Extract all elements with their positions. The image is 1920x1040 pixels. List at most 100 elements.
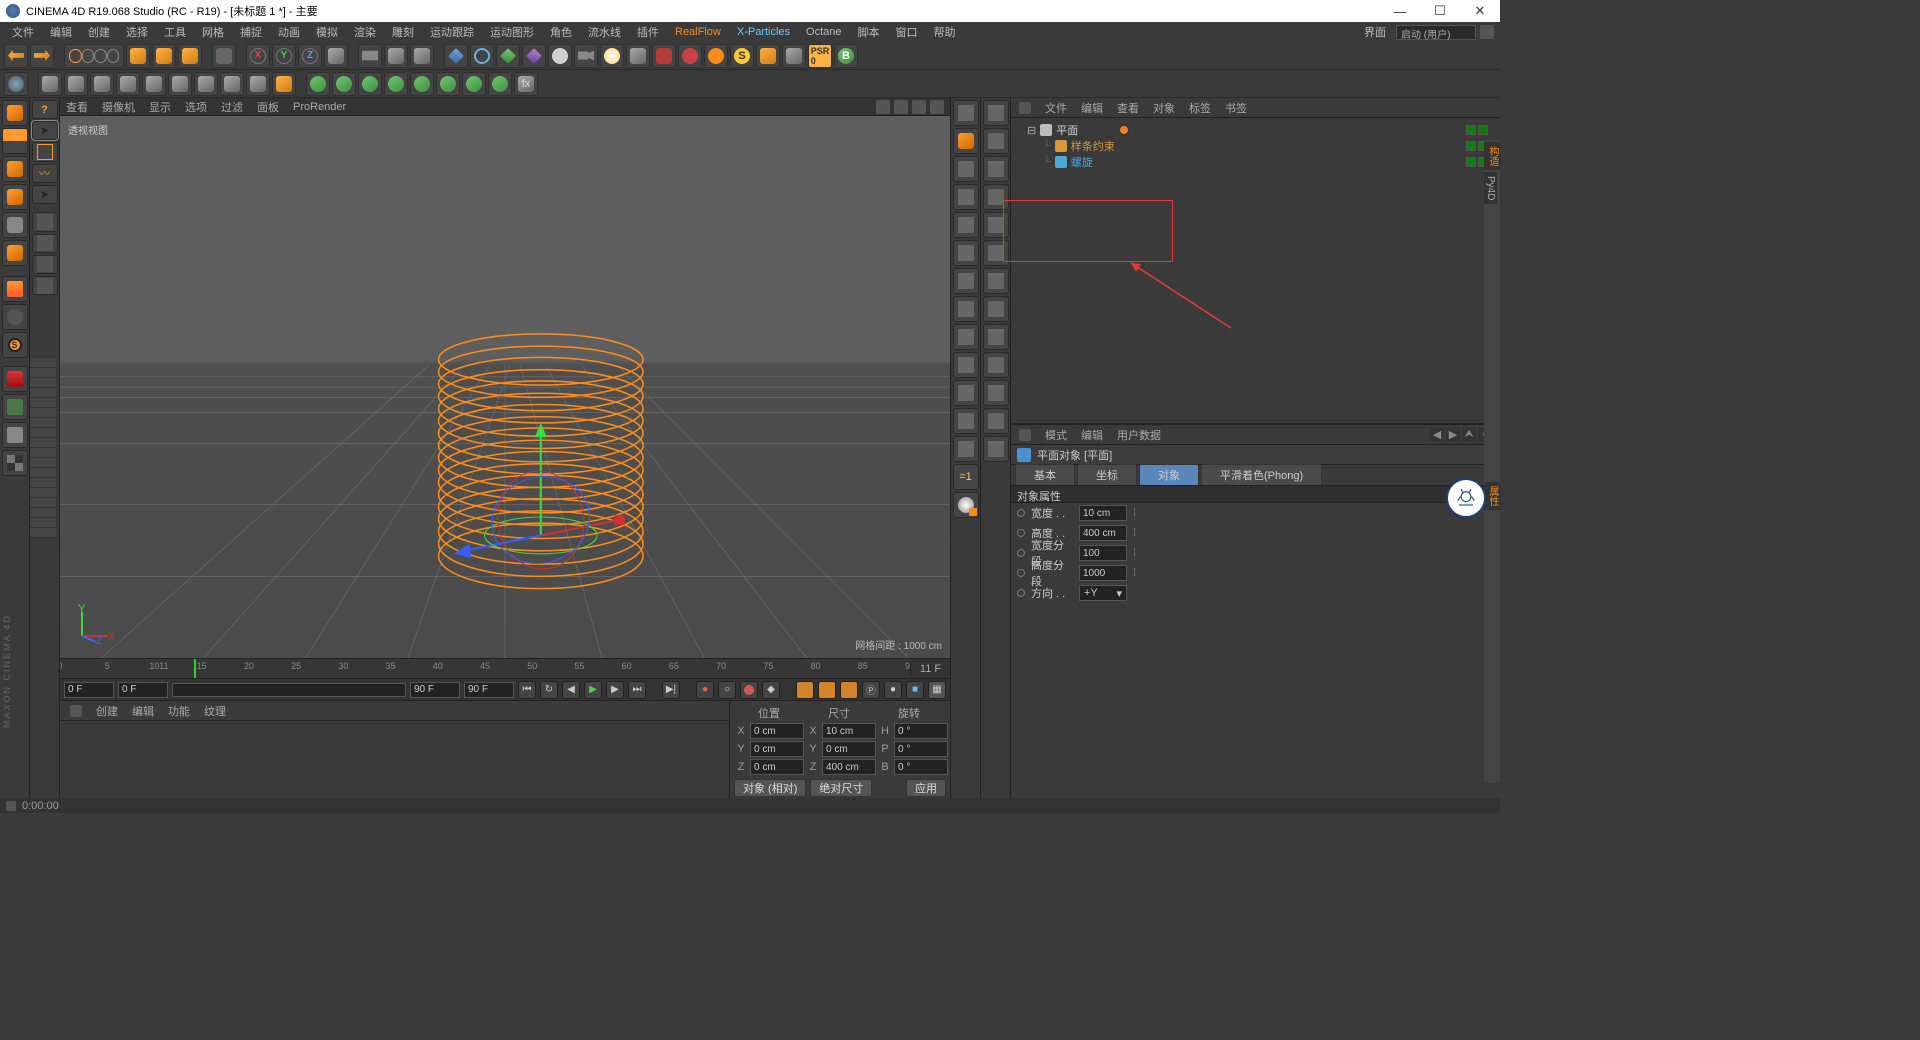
- vp-nav-2[interactable]: [894, 100, 908, 114]
- attr-input[interactable]: [1079, 525, 1127, 541]
- lock-x[interactable]: X: [246, 44, 270, 68]
- add-environment[interactable]: [548, 44, 572, 68]
- attr-subtab[interactable]: 对象: [1139, 464, 1199, 486]
- grid2-icon[interactable]: [32, 255, 58, 274]
- menu-tracker[interactable]: 运动跟踪: [424, 22, 480, 42]
- vrt-a9[interactable]: [953, 324, 979, 350]
- om-bookmarks[interactable]: 书签: [1225, 100, 1247, 116]
- t2-spline[interactable]: [462, 72, 486, 96]
- mat-tab-create[interactable]: 创建: [96, 703, 118, 719]
- menu-window[interactable]: 窗口: [890, 22, 924, 42]
- vrt-a6[interactable]: [953, 240, 979, 266]
- vp-nav-3[interactable]: [912, 100, 926, 114]
- t2-1[interactable]: [38, 72, 62, 96]
- sel-rect[interactable]: [32, 142, 58, 161]
- vrt-b9[interactable]: [983, 324, 1009, 350]
- om-object[interactable]: 对象: [1153, 100, 1175, 116]
- coord-input[interactable]: [822, 723, 876, 739]
- vrt-a12[interactable]: [953, 408, 979, 434]
- add-spline[interactable]: [470, 44, 494, 68]
- vp-display[interactable]: 显示: [149, 99, 171, 115]
- t2-9[interactable]: [246, 72, 270, 96]
- dock-tab-1[interactable]: 构造: [1484, 142, 1501, 170]
- right-dock-strip[interactable]: 构造 Py4D 属性: [1484, 140, 1500, 783]
- grid3-icon[interactable]: [32, 276, 58, 295]
- keysel-1[interactable]: ◆: [762, 681, 780, 699]
- naxis-icon[interactable]: [32, 212, 58, 231]
- axis-toggle[interactable]: [2, 276, 28, 302]
- vrt-b5[interactable]: [983, 212, 1009, 238]
- octane-icon[interactable]: [704, 44, 728, 68]
- mat-tab-tex[interactable]: 纹理: [204, 703, 226, 719]
- menu-sculpt[interactable]: 雕刻: [386, 22, 420, 42]
- viewport-solo[interactable]: [2, 304, 28, 330]
- vrt-a7[interactable]: [953, 268, 979, 294]
- vrt-a3[interactable]: [953, 156, 979, 182]
- frame-in-input[interactable]: [410, 682, 460, 698]
- goto-start[interactable]: ⏮: [518, 681, 536, 699]
- t2-instance[interactable]: [384, 72, 408, 96]
- om-file[interactable]: 文件: [1045, 100, 1067, 116]
- tree-row[interactable]: ⊟ 平面: [1017, 122, 1494, 138]
- vrt-b1[interactable]: [983, 100, 1009, 126]
- add-camera[interactable]: [574, 44, 598, 68]
- misc-icon-1[interactable]: [756, 44, 780, 68]
- content-browser-icon[interactable]: [4, 72, 28, 96]
- last-tool[interactable]: [212, 44, 236, 68]
- undo-button[interactable]: [4, 44, 28, 68]
- frame-start-input[interactable]: [64, 682, 114, 698]
- attr-tab-userdata[interactable]: 用户数据: [1117, 427, 1161, 443]
- sel-lasso[interactable]: 〰: [32, 164, 58, 183]
- coord-input[interactable]: [822, 741, 876, 757]
- redo-button[interactable]: [30, 44, 54, 68]
- snap-s-icon[interactable]: S: [730, 44, 754, 68]
- add-light[interactable]: [600, 44, 624, 68]
- key-stripe[interactable]: ▦: [928, 681, 946, 699]
- attr-nav-up[interactable]: ⮝: [1462, 428, 1476, 442]
- menu-animate[interactable]: 动画: [272, 22, 306, 42]
- t2-7[interactable]: [194, 72, 218, 96]
- dock-tab-2[interactable]: Py4D: [1484, 172, 1497, 204]
- t2-cloner[interactable]: [306, 72, 330, 96]
- vrt-a2[interactable]: [953, 128, 979, 154]
- select-tools-group[interactable]: [64, 44, 124, 68]
- coord-mode-2[interactable]: 绝对尺寸: [810, 779, 872, 797]
- menu-simulate[interactable]: 模拟: [310, 22, 344, 42]
- t2-8[interactable]: [220, 72, 244, 96]
- maximize-button[interactable]: ☐: [1420, 0, 1460, 22]
- autokey-button[interactable]: ○: [718, 681, 736, 699]
- menu-mograph[interactable]: 运动图形: [484, 22, 540, 42]
- minimize-button[interactable]: —: [1380, 0, 1420, 22]
- mode-edgesel[interactable]: [2, 184, 28, 210]
- add-cloth[interactable]: [652, 44, 676, 68]
- vrt-b13[interactable]: [983, 436, 1009, 462]
- add-cube[interactable]: [444, 44, 468, 68]
- bodypaint-icon[interactable]: B: [834, 44, 858, 68]
- attr-input[interactable]: [1079, 505, 1127, 521]
- vp-nav-1[interactable]: [876, 100, 890, 114]
- lock-z[interactable]: Z: [298, 44, 322, 68]
- coord-input[interactable]: [750, 741, 804, 757]
- t2-4[interactable]: [116, 72, 140, 96]
- menu-create[interactable]: 创建: [82, 22, 116, 42]
- prev-frame[interactable]: ◀: [562, 681, 580, 699]
- om-tags[interactable]: 标签: [1189, 100, 1211, 116]
- menu-tools[interactable]: 工具: [158, 22, 192, 42]
- render-region[interactable]: [384, 44, 408, 68]
- coord-input[interactable]: [894, 723, 948, 739]
- vrt-a15[interactable]: [953, 492, 979, 518]
- add-generator[interactable]: [496, 44, 520, 68]
- key-r[interactable]: [840, 681, 858, 699]
- rotate-tool[interactable]: [178, 44, 202, 68]
- mat-tab-edit[interactable]: 编辑: [132, 703, 154, 719]
- scale-tool[interactable]: [152, 44, 176, 68]
- layout-menu-icon[interactable]: [1480, 25, 1494, 39]
- vrt-b6[interactable]: [983, 240, 1009, 266]
- add-dynamics[interactable]: [678, 44, 702, 68]
- coord-input[interactable]: [750, 759, 804, 775]
- vrt-a10[interactable]: [953, 352, 979, 378]
- checker-icon[interactable]: [2, 450, 28, 476]
- attr-subtab[interactable]: 平滑着色(Phong): [1201, 464, 1322, 486]
- coord-input[interactable]: [894, 741, 948, 757]
- add-deformer[interactable]: [522, 44, 546, 68]
